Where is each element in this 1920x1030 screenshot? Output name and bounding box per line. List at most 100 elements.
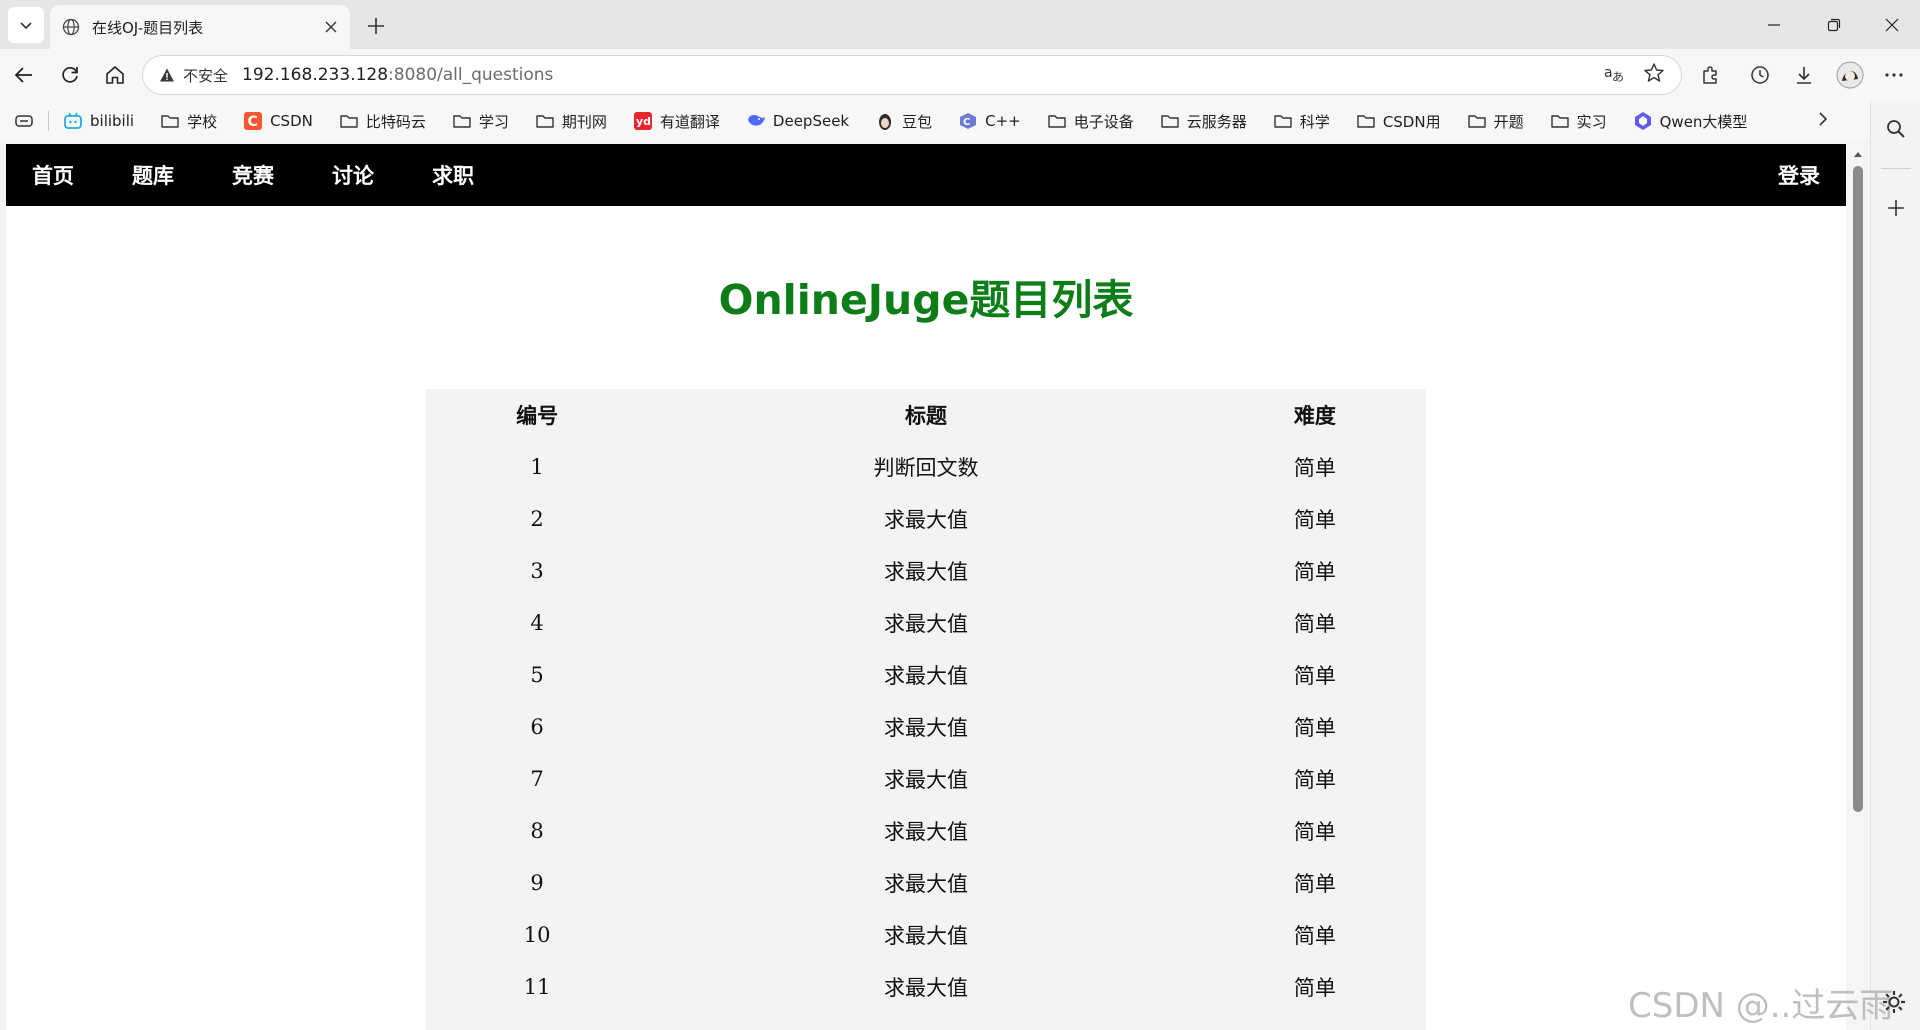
extensions-button[interactable] — [1694, 59, 1726, 91]
question-title-link[interactable]: 求最大值 — [648, 753, 1204, 805]
question-title-link[interactable]: 判断回文数 — [648, 441, 1204, 493]
more-menu-button[interactable] — [1878, 59, 1910, 91]
bookmark-label: 电子设备 — [1073, 112, 1134, 131]
bookmark-journal[interactable]: 期刊网 — [535, 111, 607, 132]
downloads-button[interactable] — [1788, 59, 1820, 91]
bookmark-label: CSDN用 — [1382, 112, 1441, 131]
question-title-link[interactable]: 求最大值 — [648, 545, 1204, 597]
close-tab-icon[interactable] — [324, 20, 338, 34]
arrow-left-icon — [14, 67, 32, 83]
history-icon — [1751, 66, 1769, 84]
close-window-button[interactable] — [1864, 0, 1920, 49]
question-id: 9 — [530, 871, 544, 895]
restore-icon — [1827, 18, 1841, 31]
browser-sidebar — [1870, 101, 1920, 1030]
page-scrollbar[interactable] — [1846, 144, 1870, 1030]
site-navbar: 首页 题库 竞赛 讨论 求职 登录 — [6, 144, 1846, 206]
question-table: 编号 标题 难度 1 判断回文数 简单 2 求最大值 简单 3 求最大值 简单 … — [426, 389, 1426, 1030]
bookmark-gitee[interactable]: 比特码云 — [339, 111, 426, 132]
gear-icon[interactable] — [1880, 988, 1908, 1016]
more-dots-icon — [1885, 73, 1903, 77]
bookmark-label: Qwen大模型 — [1659, 112, 1748, 131]
question-title-link[interactable]: 求最大值 — [648, 805, 1204, 857]
folder-icon — [535, 111, 555, 131]
bookmark-school[interactable]: 学校 — [160, 111, 217, 132]
bookmark-label: bilibili — [90, 112, 135, 130]
question-title-link[interactable]: 求最大值 — [648, 649, 1204, 701]
nav-discuss[interactable]: 讨论 — [332, 160, 374, 190]
folder-icon — [1356, 111, 1376, 131]
bookmark-deepseek[interactable]: DeepSeek — [746, 111, 849, 131]
bookmark-csdn-use[interactable]: CSDN用 — [1356, 111, 1441, 132]
security-label[interactable]: 不安全 — [183, 65, 228, 86]
table-row: 5 求最大值 简单 — [426, 649, 1426, 701]
puzzle-icon — [1703, 66, 1717, 84]
csdn-icon: C — [243, 111, 263, 131]
active-tab[interactable]: 在线OJ-题目列表 — [50, 5, 350, 49]
sidebar-search-button[interactable] — [1880, 113, 1912, 145]
login-link[interactable]: 登录 — [1778, 160, 1820, 190]
bilibili-icon — [63, 111, 83, 131]
nav-home[interactable]: 首页 — [32, 160, 74, 190]
question-difficulty: 简单 — [1293, 560, 1336, 584]
table-row: 8 求最大值 简单 — [426, 805, 1426, 857]
bookmark-bilibili[interactable]: bilibili — [63, 111, 134, 131]
table-row: 3 求最大值 简单 — [426, 545, 1426, 597]
question-title-link[interactable]: 求最大值 — [648, 857, 1204, 909]
warning-icon[interactable] — [159, 67, 175, 83]
cpp-icon: C — [958, 111, 978, 131]
question-title-link[interactable]: 求最大值 — [648, 961, 1204, 1013]
bookmark-csdn[interactable]: C CSDN — [243, 111, 313, 131]
nav-contest[interactable]: 竞赛 — [232, 160, 274, 190]
bookmark-internship[interactable]: 实习 — [1550, 111, 1607, 132]
star-icon[interactable] — [1643, 62, 1665, 88]
new-tab-button[interactable] — [362, 12, 390, 40]
bookmark-youdao[interactable]: yd 有道翻译 — [633, 111, 720, 132]
back-button[interactable] — [8, 59, 40, 91]
reload-icon — [62, 66, 78, 83]
restore-button[interactable] — [1806, 0, 1862, 49]
bookmark-qwen[interactable]: Qwen大模型 — [1633, 111, 1748, 132]
address-bar[interactable]: 不安全 192.168.233.128 :8080/all_questions … — [142, 55, 1682, 95]
minimize-button[interactable] — [1746, 0, 1802, 49]
scrollbar-thumb[interactable] — [1853, 166, 1863, 812]
bookmark-cpp[interactable]: C C++ — [958, 111, 1021, 131]
tab-list-button[interactable] — [8, 7, 44, 43]
plus-icon — [1888, 200, 1904, 216]
bookmark-doubao[interactable]: 豆包 — [875, 111, 932, 132]
question-title-link[interactable]: 求最大值 — [648, 597, 1204, 649]
question-difficulty: 简单 — [1293, 976, 1336, 1000]
reload-button[interactable] — [54, 59, 86, 91]
bookmark-science[interactable]: 科学 — [1273, 111, 1330, 132]
bookmark-study[interactable]: 学习 — [452, 111, 509, 132]
bookmark-label: C++ — [985, 112, 1021, 130]
svg-text:C: C — [963, 117, 970, 128]
bookmark-label: 学校 — [187, 112, 218, 131]
svg-text:C: C — [248, 114, 258, 130]
browser-toolbar: 不安全 192.168.233.128 :8080/all_questions … — [0, 49, 1920, 101]
collections-icon[interactable] — [14, 111, 34, 131]
history-button[interactable] — [1744, 59, 1776, 91]
bookmark-devices[interactable]: 电子设备 — [1047, 111, 1134, 132]
question-difficulty: 简单 — [1293, 716, 1336, 740]
bookmark-proposal[interactable]: 开题 — [1467, 111, 1524, 132]
youdao-icon: yd — [633, 111, 653, 131]
question-title-link[interactable]: 求最大值 — [648, 493, 1204, 545]
question-title-link[interactable]: 求最大值 — [648, 701, 1204, 753]
home-button[interactable] — [99, 59, 131, 91]
bookmark-cloud-server[interactable]: 云服务器 — [1160, 111, 1247, 132]
chevron-right-icon[interactable] — [1813, 109, 1833, 129]
avatar — [1836, 61, 1864, 89]
scroll-up-arrow-icon[interactable] — [1853, 150, 1863, 158]
table-row: 4 求最大值 简单 — [426, 597, 1426, 649]
nav-jobs[interactable]: 求职 — [432, 160, 474, 190]
question-id: 4 — [530, 611, 544, 635]
question-title-link[interactable]: 求最大值 — [648, 909, 1204, 961]
translate-icon[interactable]: aあ — [1603, 62, 1625, 88]
deepseek-icon — [746, 111, 766, 131]
question-id: 7 — [530, 767, 544, 791]
profile-button[interactable] — [1834, 59, 1866, 91]
sidebar-add-button[interactable] — [1880, 192, 1912, 224]
nav-problems[interactable]: 题库 — [132, 160, 174, 190]
folder-icon — [160, 111, 180, 131]
